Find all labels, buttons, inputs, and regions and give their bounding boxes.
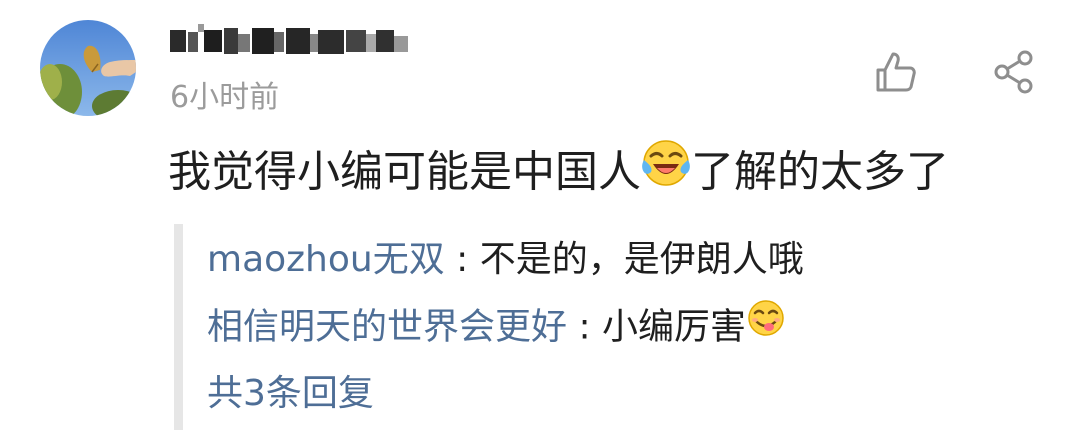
comment-text: 我觉得小编可能是中国人 了解的太多了 [168, 140, 949, 208]
reply-text: 不是的，是伊朗人哦 [479, 239, 804, 280]
comment-timestamp: 6小时前 [170, 80, 280, 115]
reply-item: 相信明天的世界会更好 : 小编厉害 [207, 300, 786, 355]
reply-author[interactable]: maozhou无双 [207, 239, 445, 280]
reply-author[interactable]: 相信明天的世界会更好 [207, 307, 567, 348]
comment-text-part-1: 我觉得小编可能是中国人 [168, 147, 641, 198]
replies-panel: maozhou无双 : 不是的，是伊朗人哦 相信明天的世界会更好 : 小编厉害 … [174, 224, 1033, 430]
view-more-replies-link[interactable]: 共3条回复 [207, 370, 374, 418]
avatar[interactable] [40, 20, 136, 116]
avatar-image [40, 20, 136, 116]
reply-separator: : [567, 306, 603, 348]
reply-item: maozhou无双 : 不是的，是伊朗人哦 [207, 236, 804, 284]
reply-text: 小编厉害 [602, 306, 747, 348]
thumbs-up-icon[interactable] [874, 50, 918, 94]
comment-text-part-2: 了解的太多了 [691, 147, 949, 198]
laughing-crying-emoji-icon [641, 138, 691, 204]
username-redacted[interactable] [168, 20, 418, 60]
yum-face-emoji-icon [746, 298, 786, 351]
reply-separator: : [444, 239, 480, 280]
share-icon[interactable] [994, 50, 1034, 94]
